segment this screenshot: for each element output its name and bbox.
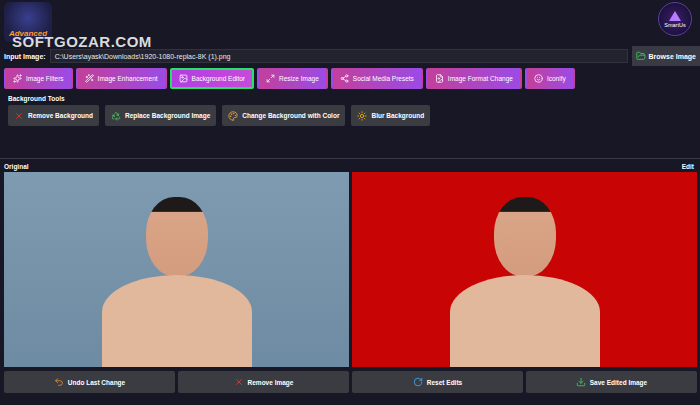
edited-photo bbox=[352, 172, 697, 367]
person-body bbox=[102, 275, 252, 367]
brand-triangle-icon bbox=[669, 11, 681, 21]
recycle-icon bbox=[111, 111, 121, 121]
folder-icon bbox=[636, 51, 646, 61]
app-window: AdvancedSmartUsInput Image:C:\Users\ayas… bbox=[0, 0, 700, 405]
action-bar: Undo Last ChangeRemove ImageReset EditsS… bbox=[0, 367, 700, 393]
remove-icon bbox=[234, 377, 244, 387]
edited-label: Edit bbox=[682, 163, 694, 170]
image-icon bbox=[179, 74, 188, 83]
action-button[interactable]: Save Edited Image bbox=[526, 371, 697, 393]
tool-button[interactable]: Change Background with Color bbox=[222, 105, 345, 126]
input-path-field[interactable]: C:\Users\ayask\Downloads\1920-1080-repla… bbox=[50, 49, 628, 63]
input-label: Input Image: bbox=[4, 53, 46, 60]
panel-row bbox=[0, 172, 700, 367]
person-figure bbox=[450, 197, 600, 367]
wand-icon bbox=[85, 74, 94, 83]
browse-image-button[interactable]: Browse Image bbox=[632, 46, 700, 66]
sparkle-icon bbox=[13, 74, 22, 83]
tool-button[interactable]: Replace Background Image bbox=[105, 105, 216, 126]
tab[interactable]: Iconify bbox=[525, 68, 575, 89]
reset-icon bbox=[413, 377, 423, 387]
share-icon bbox=[340, 74, 349, 83]
download-icon bbox=[576, 377, 586, 387]
brand-text: SmartUs bbox=[664, 22, 685, 28]
tab[interactable]: Image Filters bbox=[4, 68, 73, 89]
person-head bbox=[146, 197, 208, 277]
tab[interactable]: Social Media Presets bbox=[331, 68, 423, 89]
tab[interactable]: Resize Image bbox=[257, 68, 328, 89]
palette-icon bbox=[228, 111, 238, 121]
tab[interactable]: Image Format Change bbox=[426, 68, 522, 89]
watermark: SOFTGOZAR.COM bbox=[12, 33, 152, 50]
tab[interactable]: Image Enhancement bbox=[76, 68, 167, 89]
person-figure bbox=[102, 197, 252, 367]
resize-icon bbox=[266, 74, 275, 83]
section-title: Background Tools bbox=[0, 89, 700, 105]
undo-icon bbox=[54, 377, 64, 387]
brand-logo: SmartUs bbox=[658, 2, 692, 36]
divider bbox=[0, 158, 700, 159]
file-image-icon bbox=[435, 74, 444, 83]
tool-row: Remove Background Replace Background Imag… bbox=[0, 105, 700, 126]
panel-labels: Original Edit bbox=[0, 159, 700, 172]
tab-bar: Image FiltersImage EnhancementBackground… bbox=[0, 66, 700, 89]
person-head bbox=[494, 197, 556, 277]
original-label: Original bbox=[4, 163, 29, 170]
action-button[interactable]: Undo Last Change bbox=[4, 371, 175, 393]
remove-icon bbox=[14, 111, 24, 121]
original-photo bbox=[4, 172, 349, 367]
action-button[interactable]: Remove Image bbox=[178, 371, 349, 393]
tool-button[interactable]: Remove Background bbox=[8, 105, 99, 126]
person-body bbox=[450, 275, 600, 367]
tab[interactable]: Background Editor bbox=[170, 68, 254, 89]
sun-icon bbox=[357, 111, 367, 121]
tool-button[interactable]: Blur Background bbox=[351, 105, 430, 126]
smile-icon bbox=[534, 74, 543, 83]
action-button[interactable]: Reset Edits bbox=[352, 371, 523, 393]
